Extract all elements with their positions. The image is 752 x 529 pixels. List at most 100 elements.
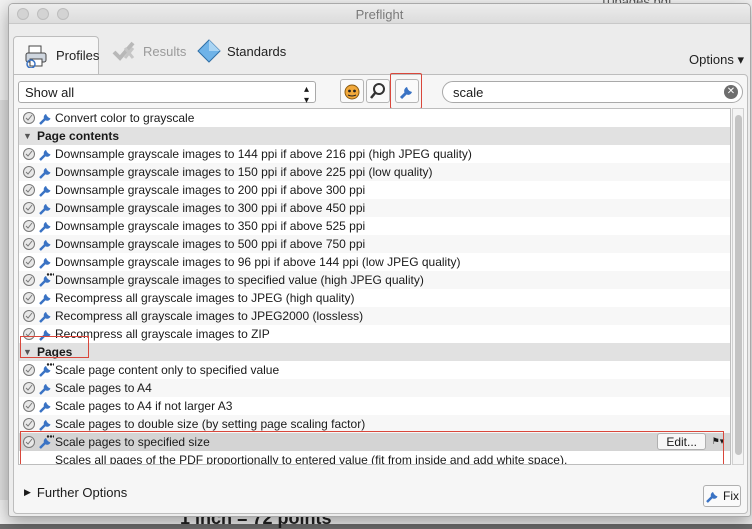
- disclosure-triangle-icon[interactable]: ▼: [19, 131, 37, 141]
- list-item[interactable]: Downsample grayscale images to 350 ppi i…: [19, 217, 730, 235]
- list-item[interactable]: Recompress all grayscale images to JPEG2…: [19, 307, 730, 325]
- inspect-icon: [23, 148, 35, 160]
- inspect-icon: [23, 184, 35, 196]
- list-item-label: Downsample grayscale images to 200 ppi i…: [55, 183, 366, 197]
- clear-search-icon[interactable]: ✕: [724, 85, 738, 99]
- inspect-icon: [23, 256, 35, 268]
- list-item-label: Downsample grayscale images to 96 ppi if…: [55, 255, 461, 269]
- beaker-face-icon: [344, 84, 360, 100]
- list-item[interactable]: Downsample grayscale images to 96 ppi if…: [19, 253, 730, 271]
- fixup-icons: [19, 291, 55, 305]
- wrench-icon: [39, 150, 51, 161]
- list-item-label: Downsample grayscale images to 150 ppi i…: [55, 165, 433, 179]
- window-title: Preflight: [355, 7, 404, 22]
- list-item[interactable]: Scale page content only to specified val…: [19, 361, 730, 379]
- disclosure-triangle-icon[interactable]: ▶: [24, 487, 31, 498]
- list-item-label: Downsample grayscale images to 350 ppi i…: [55, 219, 366, 233]
- list-item[interactable]: Downsample grayscale images to 150 ppi i…: [19, 163, 730, 181]
- wrench-icon: [706, 492, 718, 503]
- fixup-icons: [19, 201, 55, 215]
- wrench-icon: [39, 312, 51, 323]
- fixup-icons: [19, 255, 55, 269]
- fixup-icons: [19, 381, 55, 395]
- fixup-icons: [19, 273, 55, 287]
- list-item[interactable]: Downsample grayscale images to 500 ppi i…: [19, 235, 730, 253]
- list-item[interactable]: Scale pages to A4: [19, 379, 730, 397]
- fixup-list: Convert color to grayscale ▼ Page conten…: [18, 108, 731, 465]
- options-menu[interactable]: Options ▾: [689, 52, 744, 68]
- list-item-label: Scale pages to double size (by setting p…: [55, 417, 366, 431]
- inspect-icon: [23, 418, 35, 430]
- tab-results[interactable]: Results: [101, 32, 196, 70]
- fix-button[interactable]: Fix: [703, 485, 741, 507]
- wrench-icon: [39, 204, 51, 215]
- wrench-icon: [39, 168, 51, 179]
- tab-standards-label: Standards: [227, 43, 287, 59]
- wrench-icon: [39, 258, 51, 269]
- filter-select[interactable]: Show all ▴ ▾: [18, 81, 316, 106]
- fixup-icons: [19, 399, 55, 413]
- group-header-pages[interactable]: ▼ Pages: [19, 343, 730, 361]
- further-options-toggle[interactable]: ▶ Further Options: [24, 485, 127, 500]
- wrench-dots-icon: [39, 363, 54, 377]
- list-item[interactable]: Recompress all grayscale images to JPEG …: [19, 289, 730, 307]
- magnifier-icon: [370, 83, 385, 99]
- list-item[interactable]: Downsample grayscale images to 200 ppi i…: [19, 181, 730, 199]
- fixups-button-highlight: [390, 73, 422, 109]
- profiles-panel: Show all ▴ ▾ scale ✕ Convert color to gr…: [13, 73, 748, 514]
- toolbar: Profiles Results Standards Options ▾: [9, 24, 750, 74]
- show-profiles-button[interactable]: [340, 79, 364, 103]
- wrench-icon: [39, 240, 51, 251]
- tab-standards[interactable]: Standards: [187, 32, 296, 70]
- wrench-icon: [39, 384, 51, 395]
- title-bar: Preflight: [9, 4, 750, 24]
- list-item-label: Scale pages to A4: [55, 381, 152, 395]
- scrollbar-thumb[interactable]: [735, 115, 742, 455]
- group-header-page-contents[interactable]: ▼ Page contents: [19, 127, 730, 145]
- fixup-icons: [19, 183, 55, 197]
- list-item-label: Scale page content only to specified val…: [55, 363, 280, 377]
- search-input[interactable]: scale ✕: [442, 81, 743, 103]
- inspect-icon: [23, 382, 35, 394]
- list-item-label: Scale pages to A4 if not larger A3: [55, 399, 233, 413]
- list-item[interactable]: Downsample grayscale images to 144 ppi i…: [19, 145, 730, 163]
- inspect-icon: [23, 238, 35, 250]
- inspect-icon: [23, 364, 35, 376]
- show-checks-button[interactable]: [366, 79, 390, 103]
- tab-results-label: Results: [143, 43, 187, 59]
- list-item-label: Downsample grayscale images to specified…: [55, 273, 424, 287]
- fixup-icons: [19, 417, 55, 431]
- results-icon: [112, 41, 135, 61]
- options-label: Options: [689, 52, 734, 67]
- inspect-icon: [23, 166, 35, 178]
- wrench-icon: [39, 420, 51, 431]
- wrench-icon: [39, 294, 51, 305]
- tab-profiles[interactable]: Profiles: [13, 36, 99, 74]
- fixup-icons: [19, 309, 55, 323]
- fixup-icons: [19, 237, 55, 251]
- wrench-icon: [39, 114, 51, 125]
- list-item-label: Recompress all grayscale images to JPEG2…: [55, 309, 364, 323]
- printer-icon: [25, 45, 47, 68]
- fixup-icons: [19, 111, 55, 125]
- search-value: scale: [453, 85, 484, 100]
- list-scrollbar[interactable]: [732, 108, 744, 465]
- inspect-icon: [23, 274, 35, 286]
- group-label: Page contents: [37, 129, 120, 143]
- fix-label: Fix: [723, 489, 739, 503]
- list-item-label: Recompress all grayscale images to JPEG …: [55, 291, 355, 305]
- fixup-icons: [19, 363, 55, 377]
- wrench-icon: [39, 402, 51, 413]
- list-item[interactable]: Convert color to grayscale: [19, 109, 730, 127]
- standards-diamond-icon: [197, 39, 221, 63]
- further-options-label: Further Options: [36, 485, 128, 500]
- inspect-icon: [23, 202, 35, 214]
- fixup-icons: [19, 165, 55, 179]
- list-item-label: Downsample grayscale images to 300 ppi i…: [55, 201, 366, 215]
- list-item[interactable]: Recompress all grayscale images to ZIP: [19, 325, 730, 343]
- list-item[interactable]: Scale pages to A4 if not larger A3: [19, 397, 730, 415]
- pages-group-highlight: [20, 336, 89, 358]
- list-item[interactable]: Downsample grayscale images to specified…: [19, 271, 730, 289]
- list-item[interactable]: Downsample grayscale images to 300 ppi i…: [19, 199, 730, 217]
- filter-selected-value: Show all: [25, 85, 75, 100]
